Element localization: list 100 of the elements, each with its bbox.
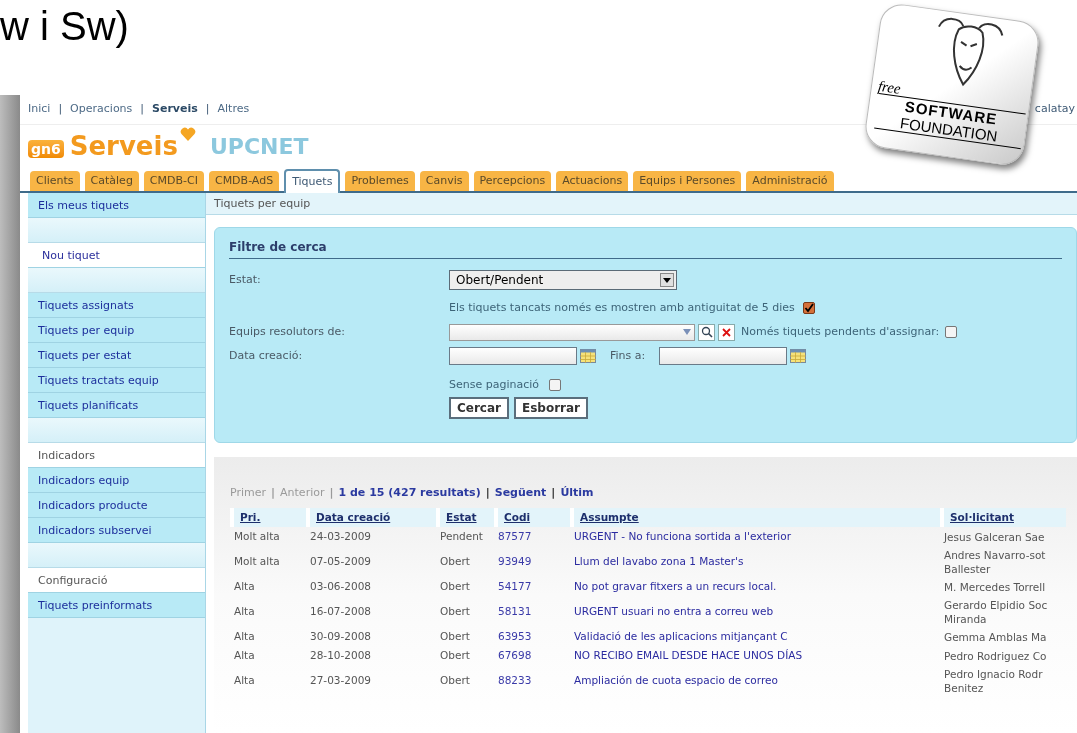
column-header[interactable]: Pri.: [240, 510, 261, 523]
sidebar-item[interactable]: Tiquets assignats: [28, 293, 205, 318]
checkbox[interactable]: [802, 302, 815, 314]
close-icon: [722, 327, 731, 337]
sidebar-heading: Indicadors: [28, 443, 205, 468]
tab[interactable]: Clients: [30, 171, 80, 191]
table-cell: Obert: [440, 554, 470, 567]
table-cell-text: Pedro Ignacio Rodr Benitez: [944, 666, 1044, 695]
table-cell: 03-06-2008: [310, 579, 372, 592]
form-button[interactable]: Esborrar: [514, 397, 589, 419]
separator: |: [551, 485, 556, 501]
table-cell: 16-07-2008: [310, 604, 372, 617]
ticket-link[interactable]: 87577: [498, 529, 532, 542]
sidebar-item[interactable]: Indicadors equip: [28, 468, 205, 493]
table-cell: 24-03-2009: [310, 529, 372, 542]
ticket-link[interactable]: 93949: [498, 554, 532, 567]
sidebar-item[interactable]: Tiquets per estat: [28, 343, 205, 368]
ticket-link[interactable]: Llum del lavabo zona 1 Master's: [574, 554, 744, 567]
ticket-link[interactable]: NO RECIBO EMAIL DESDE HACE UNOS DÍAS: [574, 648, 803, 661]
organization-name: UPCNET: [209, 133, 309, 161]
sidebar-heading: Configuració: [28, 568, 205, 593]
sidebar-item[interactable]: Indicadors subservei: [28, 518, 205, 543]
pager-link[interactable]: Últim: [560, 485, 594, 502]
ticket-link[interactable]: Validació de les aplicacions mitjançant C: [574, 629, 788, 642]
pager-link[interactable]: 1 de 15 (427 resultats): [338, 485, 481, 502]
date-field[interactable]: [449, 347, 577, 365]
tab[interactable]: Catàleg: [84, 171, 139, 191]
pager-link: Anterior: [280, 485, 325, 501]
select-field[interactable]: Obert/Pendent: [449, 270, 677, 290]
pager-link: Primer: [230, 485, 267, 501]
tab[interactable]: CMDB-AdS: [208, 171, 280, 191]
ticket-link[interactable]: URGENT usuari no entra a correu web: [574, 604, 774, 617]
breadcrumb: Tiquets per equip: [206, 193, 1077, 215]
form-button[interactable]: Cercar: [449, 397, 509, 419]
table-cell-text: Jesus Galceran Sae: [944, 529, 1046, 544]
field-label: Equips resolutors de:: [229, 324, 345, 338]
tab[interactable]: Canvis: [419, 171, 469, 191]
ticket-link[interactable]: 67698: [498, 648, 532, 661]
table-cell: Alta: [234, 579, 255, 592]
table-cell: Alta: [234, 648, 255, 661]
tab[interactable]: Tiquets: [284, 169, 341, 193]
table-cell: Molt alta: [234, 554, 280, 567]
separator: |: [205, 101, 210, 118]
clear-button[interactable]: [718, 323, 735, 341]
slide-title: w i Sw): [0, 3, 129, 50]
separator: |: [140, 101, 145, 118]
sidebar-item[interactable]: Tiquets per equip: [28, 318, 205, 343]
table-cell-text: Andres Navarro-sot Ballester: [944, 547, 1047, 576]
nav-link[interactable]: Serveis: [152, 101, 198, 118]
ticket-link[interactable]: 88233: [498, 673, 532, 686]
tab[interactable]: Percepcions: [473, 171, 552, 191]
table-cell: Pendent: [440, 529, 483, 542]
table-cell: Obert: [440, 648, 470, 661]
field-label: Només tiquets pendents d'assignar:: [741, 323, 940, 340]
separator: |: [485, 485, 490, 501]
nav-link[interactable]: Operacions: [70, 101, 133, 118]
ticket-link[interactable]: Ampliación de cuota espacio de correo: [574, 673, 778, 686]
calendar-icon[interactable]: [790, 349, 807, 363]
field-label: Els tiquets tancats només es mostren amb antiguitat de 5 dies: [449, 299, 795, 316]
table-cell-text: Gerardo Elpidio Soc Miranda: [944, 597, 1049, 626]
logo-text: free: [876, 76, 903, 99]
ticket-link[interactable]: URGENT - No funciona sortida a l'exterior: [574, 529, 791, 542]
sidebar-item[interactable]: Tiquets preinformats: [28, 593, 205, 618]
separator: |: [58, 101, 63, 118]
table-cell: Obert: [440, 673, 470, 686]
table-cell-text: M. Mercedes Torrell: [944, 579, 1047, 594]
table-cell: Obert: [440, 604, 470, 617]
field-label: Estat:: [229, 272, 261, 286]
nav-link[interactable]: Altres: [217, 101, 250, 118]
search-icon: [700, 326, 713, 338]
combo-field[interactable]: [449, 323, 695, 341]
calendar-icon[interactable]: [580, 349, 596, 363]
sidebar-item[interactable]: Tiquets planificats: [28, 393, 205, 418]
column-header[interactable]: Assumpte: [580, 510, 639, 523]
sidebar-item[interactable]: Tiquets tractats equip: [28, 368, 205, 393]
separator: |: [271, 485, 276, 501]
tab[interactable]: Equips i Persones: [633, 171, 742, 191]
date-field[interactable]: [659, 347, 788, 365]
logo-badge: gn6: [28, 140, 64, 158]
field-label: Data creació:: [229, 348, 303, 362]
sidebar-item[interactable]: Els meus tiquets: [28, 193, 205, 218]
nav-link[interactable]: Inici: [28, 101, 51, 118]
field-label: Fins a:: [610, 347, 646, 364]
table-cell-text: Pedro Rodriguez Co: [944, 648, 1048, 663]
checkmark-icon: [803, 303, 814, 313]
ticket-link[interactable]: 63953: [498, 629, 532, 642]
checkbox[interactable]: [549, 379, 562, 391]
ticket-link[interactable]: 58131: [498, 604, 532, 617]
ticket-link[interactable]: 54177: [498, 579, 532, 592]
checkbox[interactable]: [945, 326, 958, 338]
sidebar-item[interactable]: Indicadors producte: [28, 493, 205, 518]
panel-title: Filtre de cerca: [229, 238, 1062, 259]
tab[interactable]: Administració: [746, 171, 834, 191]
search-button[interactable]: [698, 323, 715, 341]
dropdown-arrow-icon: [682, 328, 692, 336]
tab[interactable]: Actuacions: [556, 171, 629, 191]
pager-link[interactable]: Següent: [494, 485, 547, 502]
tab[interactable]: Problemes: [345, 171, 415, 191]
ticket-link[interactable]: No pot gravar fitxers a un recurs local.: [574, 579, 777, 592]
tab[interactable]: CMDB-CI: [143, 171, 204, 191]
